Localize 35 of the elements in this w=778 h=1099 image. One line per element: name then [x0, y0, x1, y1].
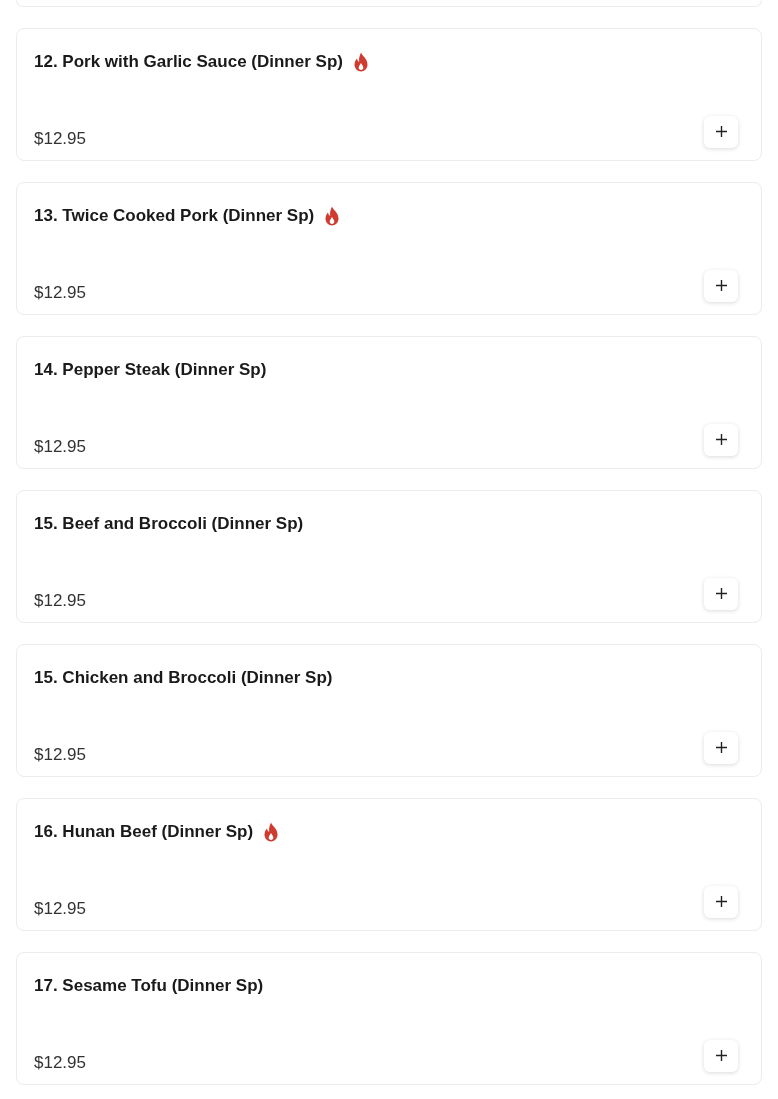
item-price: $12.95: [34, 128, 86, 150]
add-button[interactable]: [704, 1039, 738, 1072]
item-name: 14. Pepper Steak (Dinner Sp): [34, 359, 267, 382]
plus-icon: [715, 896, 727, 908]
item-price: $12.95: [34, 1052, 86, 1074]
add-button[interactable]: [704, 115, 738, 148]
plus-icon: [715, 434, 727, 446]
add-button[interactable]: [704, 577, 738, 610]
item-price: $12.95: [34, 590, 86, 612]
add-button[interactable]: [704, 885, 738, 918]
item-name: 16. Hunan Beef (Dinner Sp): [34, 821, 254, 844]
item-price: $12.95: [34, 744, 86, 766]
item-name: 17. Sesame Tofu (Dinner Sp): [34, 975, 264, 998]
item-name: 13. Twice Cooked Pork (Dinner Sp): [34, 205, 315, 228]
plus-icon: [715, 742, 727, 754]
plus-icon: [715, 588, 727, 600]
menu-item-card[interactable]: 17. Sesame Tofu (Dinner Sp) $12.95: [16, 952, 762, 1085]
item-name: 15. Chicken and Broccoli (Dinner Sp): [34, 667, 333, 690]
menu-item-card[interactable]: 16. Hunan Beef (Dinner Sp) $12.95: [16, 798, 762, 931]
add-button[interactable]: [704, 269, 738, 302]
item-price: $12.95: [34, 898, 86, 920]
add-button[interactable]: [704, 731, 738, 764]
plus-icon: [715, 280, 727, 292]
menu-item-card[interactable]: 15. Chicken and Broccoli (Dinner Sp) $12.95: [16, 644, 762, 777]
item-price: $12.95: [34, 282, 86, 304]
plus-icon: [715, 1050, 727, 1062]
menu-item-card[interactable]: 13. Twice Cooked Pork (Dinner Sp) $12.95: [16, 182, 762, 315]
item-name: 15. Beef and Broccoli (Dinner Sp): [34, 513, 304, 536]
menu-item-card[interactable]: 12. Pork with Garlic Sauce (Dinner Sp) $12.95: [16, 28, 762, 161]
item-name: 12. Pork with Garlic Sauce (Dinner Sp): [34, 51, 343, 74]
plus-icon: [715, 126, 727, 138]
menu-item-card[interactable]: 14. Pepper Steak (Dinner Sp) $12.95: [16, 336, 762, 469]
item-price: $12.95: [34, 436, 86, 458]
menu-item-card[interactable]: 15. Beef and Broccoli (Dinner Sp) $12.95: [16, 490, 762, 623]
add-button[interactable]: [704, 423, 738, 456]
